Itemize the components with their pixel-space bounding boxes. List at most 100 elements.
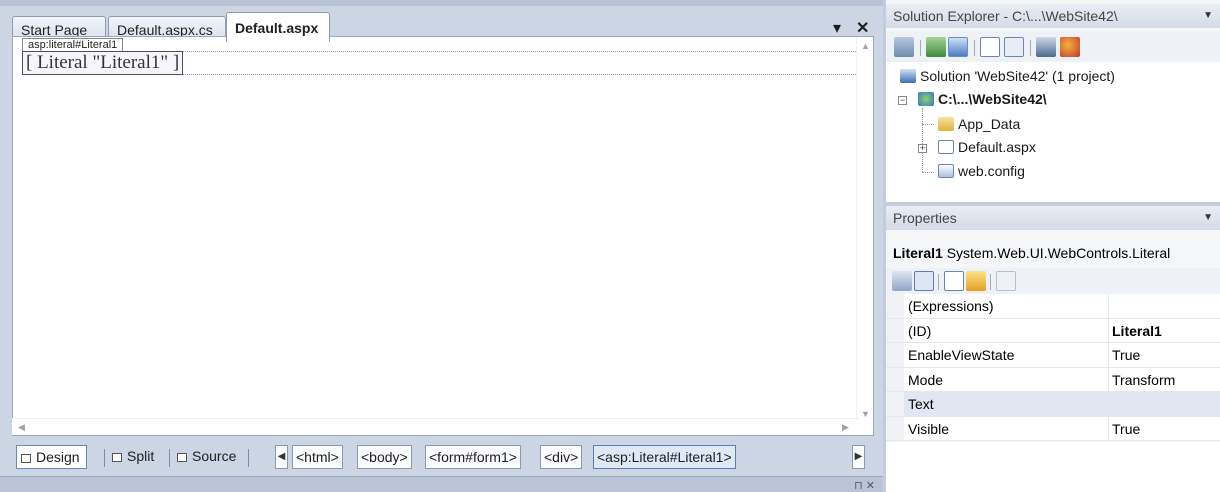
object-name: Literal1 — [893, 245, 943, 261]
asp-net-configuration-icon[interactable] — [1060, 37, 1080, 57]
properties-object-selector[interactable]: Literal1 System.Web.UI.WebControls.Liter… — [886, 236, 1220, 268]
folder-icon — [938, 117, 954, 131]
tree-project-node[interactable]: C:\...\WebSite42\ — [918, 91, 1047, 107]
literal-control[interactable]: [ Literal "Literal1" ] — [22, 51, 184, 75]
gutter — [886, 392, 904, 416]
breadcrumb-prev-icon[interactable]: ◀ — [275, 445, 288, 469]
property-name: Text — [908, 396, 934, 412]
refresh-icon[interactable] — [926, 37, 946, 57]
column-divider — [1108, 318, 1109, 342]
scroll-right-icon[interactable]: ▶ — [842, 422, 849, 433]
divider — [920, 40, 921, 56]
divider — [104, 449, 105, 467]
split-view-icon — [112, 453, 122, 462]
property-row[interactable]: EnableViewState True — [886, 343, 1220, 368]
property-grid: (Expressions) (ID) Literal1 EnableViewSta… — [886, 294, 1220, 441]
properties-icon[interactable] — [894, 37, 914, 57]
source-view-icon — [177, 453, 187, 462]
property-pages-icon[interactable] — [996, 271, 1016, 291]
divider — [169, 449, 170, 467]
divider — [974, 40, 975, 56]
design-label: Design — [36, 449, 80, 465]
breadcrumb-div[interactable]: <div> — [540, 445, 583, 469]
solution-explorer-title-bar: Solution Explorer - C:\...\WebSite42\ ▼ — [886, 4, 1220, 28]
horizontal-scrollbar[interactable]: ◀ ▶ — [12, 418, 860, 435]
tree-item-label: App_Data — [958, 116, 1021, 132]
properties-toolbar — [886, 268, 1220, 294]
tab-default-aspx[interactable]: Default.aspx — [226, 12, 330, 42]
nest-related-files-icon[interactable] — [948, 37, 968, 57]
website-project-icon — [918, 92, 934, 106]
property-name: Visible — [908, 420, 949, 437]
source-view-button[interactable]: Source — [173, 445, 242, 469]
breadcrumb-html[interactable]: <html> — [292, 445, 343, 469]
solution-tree[interactable]: Solution 'WebSite42' (1 project) − C:\..… — [886, 62, 1220, 202]
gutter — [886, 318, 904, 342]
pin-close-icon[interactable]: ⊓ ✕ — [854, 479, 875, 492]
gutter — [886, 416, 904, 440]
scroll-left-icon[interactable]: ◀ — [18, 422, 25, 433]
vertical-scrollbar[interactable]: ▲ ▼ — [856, 37, 873, 435]
tree-line — [922, 172, 934, 173]
events-icon[interactable] — [966, 271, 986, 291]
tree-line — [922, 108, 923, 172]
design-view-icon — [21, 454, 31, 463]
divider — [248, 449, 249, 467]
property-row[interactable]: (Expressions) — [886, 294, 1220, 319]
panel-dropdown-icon[interactable]: ▼ — [1203, 10, 1213, 21]
split-view-button[interactable]: Split — [108, 445, 160, 469]
object-type: System.Web.UI.WebControls.Literal — [946, 245, 1171, 261]
solution-explorer-title: Solution Explorer - C:\...\WebSite42\ — [893, 8, 1118, 24]
right-tool-windows: Solution Explorer - C:\...\WebSite42\ ▼ … — [883, 0, 1220, 492]
breadcrumb-next-icon[interactable]: ▶ — [852, 445, 865, 469]
tree-line — [922, 124, 934, 125]
property-grid-empty-area — [886, 442, 1220, 492]
tree-solution-node[interactable]: Solution 'WebSite42' (1 project) — [900, 68, 1115, 84]
property-row[interactable]: Visible True — [886, 416, 1220, 441]
copy-website-icon[interactable] — [1036, 37, 1056, 57]
breadcrumb-literal[interactable]: <asp:Literal#Literal1> — [593, 445, 736, 469]
property-value[interactable]: True — [1112, 421, 1140, 437]
collapse-icon[interactable]: − — [898, 96, 907, 105]
alphabetical-icon[interactable] — [914, 271, 934, 291]
panel-dropdown-icon[interactable]: ▼ — [1203, 212, 1213, 223]
solution-label: Solution 'WebSite42' (1 project) — [920, 68, 1115, 84]
breadcrumb-body[interactable]: <body> — [357, 445, 412, 469]
tree-item-label: Default.aspx — [958, 139, 1036, 155]
tree-item-web-config[interactable]: web.config — [938, 163, 1025, 179]
column-divider — [1108, 392, 1109, 416]
tab-dropdown-icon[interactable]: ▾ — [833, 18, 841, 38]
column-divider — [1108, 294, 1109, 318]
property-row-selected[interactable]: Text — [886, 392, 1220, 417]
properties-title-bar: Properties ▼ — [886, 206, 1220, 230]
property-value[interactable]: True — [1112, 347, 1140, 363]
design-view-button[interactable]: Design — [16, 445, 87, 469]
property-name: Mode — [908, 371, 944, 388]
tree-item-app-data[interactable]: App_Data — [938, 116, 1020, 132]
close-icon[interactable]: ✕ — [856, 18, 869, 38]
design-surface[interactable]: asp:literal#Literal1 [ Literal "Literal1… — [12, 36, 874, 436]
property-name: (ID) — [908, 322, 932, 339]
editor-pane: Start Page Default.aspx.cs Default.aspx … — [0, 0, 883, 492]
divider — [990, 274, 991, 290]
view-and-breadcrumb-bar: Design Split Source ◀ <html> <body> <for… — [12, 437, 874, 471]
column-divider — [1108, 367, 1109, 391]
property-value[interactable]: Literal1 — [1112, 323, 1162, 339]
properties-view-icon[interactable] — [944, 271, 964, 291]
divider — [938, 274, 939, 290]
categorized-icon[interactable] — [892, 271, 912, 291]
solution-explorer-toolbar — [886, 32, 1220, 62]
breadcrumb-form[interactable]: <form#form1> — [425, 445, 521, 469]
view-designer-icon[interactable] — [1004, 37, 1024, 57]
tree-item-default-aspx[interactable]: Default.aspx — [938, 139, 1036, 155]
literal-tag-badge: asp:literal#Literal1 — [22, 38, 124, 52]
expand-icon[interactable]: + — [918, 144, 927, 153]
property-row[interactable]: Mode Transform — [886, 367, 1220, 392]
lower-pane-strip: ⊓ ✕ — [0, 476, 883, 492]
scroll-down-icon[interactable]: ▼ — [861, 409, 870, 419]
scroll-up-icon[interactable]: ▲ — [861, 41, 870, 51]
project-label: C:\...\WebSite42\ — [938, 91, 1047, 107]
property-row[interactable]: (ID) Literal1 — [886, 318, 1220, 343]
property-value[interactable]: Transform — [1112, 372, 1175, 388]
view-code-icon[interactable] — [980, 37, 1000, 57]
